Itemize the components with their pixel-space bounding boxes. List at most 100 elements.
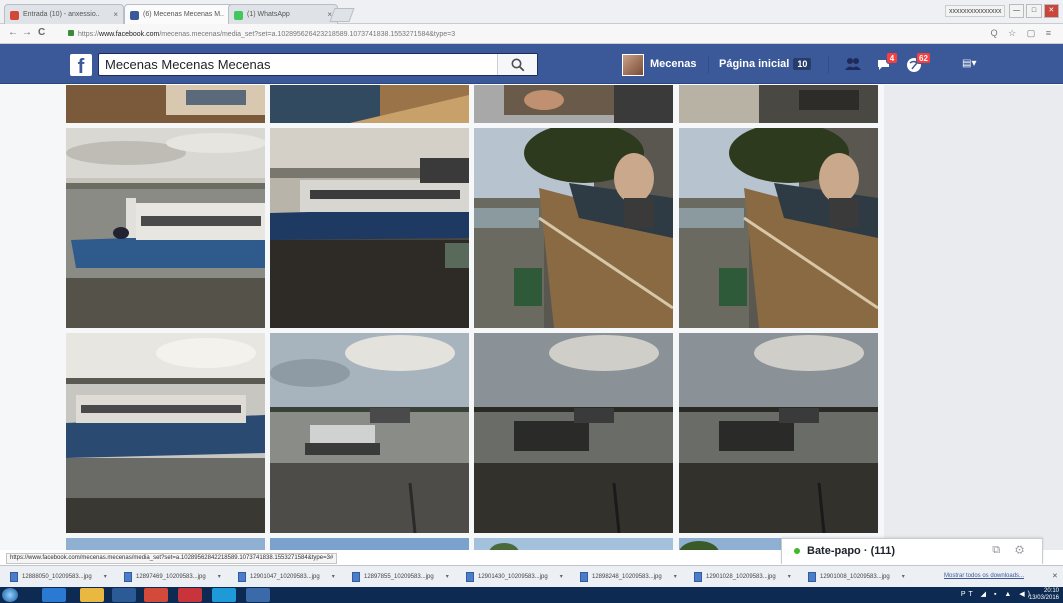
home-label: Página inicial <box>719 58 790 70</box>
chat-sidebar-tab[interactable]: Bate-papo · (111) ⧉ ⚙ <box>781 538 1043 564</box>
browser-profile-button[interactable]: xxxxxxxxxxxxxxx <box>945 5 1005 17</box>
photo-thumbnail[interactable] <box>474 333 673 533</box>
download-item[interactable]: 12901047_10209583...jpg ▾ <box>236 570 335 584</box>
browser-tab-facebook[interactable]: (6) Mecenas Mecenas M.. × <box>124 4 244 24</box>
download-item[interactable]: 12901430_10209583...jpg ▾ <box>464 570 563 584</box>
photo-thumbnail[interactable] <box>66 538 265 550</box>
messages-badge: 4 <box>886 52 898 64</box>
image-file-icon <box>580 572 588 582</box>
tab-label: (6) Mecenas Mecenas M.. <box>143 11 224 18</box>
opera-icon[interactable] <box>178 588 202 602</box>
clock[interactable]: 20:10 13/03/2016 <box>1029 588 1059 602</box>
chat-online-count: (111) <box>870 545 896 557</box>
download-item[interactable]: 12888050_10209583...jpg ▾ <box>8 570 107 584</box>
skype-icon[interactable] <box>212 588 236 602</box>
photo-thumbnail[interactable] <box>66 333 265 533</box>
search-box <box>98 53 538 76</box>
tab-label: (1) WhatsApp <box>247 11 290 18</box>
photo-thumbnail[interactable] <box>270 538 469 550</box>
chrome-icon[interactable] <box>144 588 168 602</box>
browser-tab-whatsapp[interactable]: (1) WhatsApp × <box>228 4 338 24</box>
search-button[interactable] <box>497 54 537 75</box>
notifications-badge: 62 <box>916 52 931 64</box>
chevron-down-icon[interactable]: ▾ <box>902 574 905 580</box>
photo-thumbnail[interactable] <box>270 333 469 533</box>
photo-thumbnail[interactable] <box>66 85 265 123</box>
photo-thumbnail[interactable] <box>474 538 673 550</box>
system-tray[interactable]: PT ◢ ▪ ▲ ◀) <box>961 590 1033 598</box>
close-window-button[interactable]: ✕ <box>1043 4 1059 18</box>
photo-thumbnail[interactable] <box>270 85 469 123</box>
download-item[interactable]: 12897855_10209583...jpg ▾ <box>350 570 449 584</box>
forward-button[interactable]: → <box>22 27 32 38</box>
photo-thumbnail[interactable] <box>474 85 673 123</box>
home-count-badge: 10 <box>793 58 812 70</box>
photo-thumbnail[interactable] <box>474 128 673 328</box>
facebook-logo-icon[interactable]: f <box>70 54 92 76</box>
show-all-downloads-link[interactable]: Mostrar todos os downloads... <box>944 573 1024 579</box>
home-link[interactable]: Página inicial 10 <box>719 58 812 70</box>
gmail-favicon-icon <box>10 11 19 20</box>
file-explorer-icon[interactable] <box>80 588 104 602</box>
new-tab-button[interactable] <box>329 8 355 22</box>
minimize-button[interactable]: — <box>1009 4 1025 18</box>
left-gutter <box>0 85 62 550</box>
image-file-icon <box>352 572 360 582</box>
browser-toolbar-icons[interactable]: Q ☆ ▢ ≡ <box>991 28 1055 39</box>
browser-toolbar: ← → C https://www.facebook.com/mecenas.m… <box>0 24 1063 44</box>
search-input[interactable] <box>99 54 499 75</box>
photo-thumbnail[interactable] <box>679 128 878 328</box>
friend-requests-icon[interactable] <box>844 56 862 74</box>
browser-tab-gmail[interactable]: Entrada (10) - anxessio.. × <box>4 4 124 24</box>
download-item[interactable]: 12898248_10209583...jpg ▾ <box>578 570 677 584</box>
download-filename: 12901028_10209583...jpg <box>706 574 776 580</box>
chevron-down-icon[interactable]: ▾ <box>560 574 563 580</box>
photo-thumbnail[interactable] <box>270 128 469 328</box>
secure-lock-icon <box>68 30 74 36</box>
notifications-jewel[interactable]: 62 <box>906 52 931 74</box>
photo-thumbnail[interactable] <box>679 85 878 123</box>
photo-thumbnail[interactable] <box>679 333 878 533</box>
download-item[interactable]: 12897469_10209583...jpg ▾ <box>122 570 221 584</box>
online-status-icon <box>794 548 800 554</box>
profile-link[interactable]: Mecenas <box>650 58 696 70</box>
messages-jewel[interactable]: 4 <box>876 52 898 74</box>
chat-title: Bate-papo <box>807 545 861 557</box>
download-item[interactable]: 12901028_10209583...jpg ▾ <box>692 570 791 584</box>
chevron-down-icon[interactable]: ▾ <box>332 574 335 580</box>
address-bar[interactable]: https://www.facebook.com/mecenas.mecenas… <box>60 26 960 42</box>
url-host: www.facebook.com <box>99 31 160 38</box>
nav-divider <box>828 56 829 73</box>
image-file-icon <box>694 572 702 582</box>
download-filename: 12898248_10209583...jpg <box>592 574 662 580</box>
image-file-icon <box>10 572 18 582</box>
chevron-down-icon[interactable]: ▾ <box>218 574 221 580</box>
status-url: https://www.facebook.com/mecenas.mecenas… <box>6 553 338 564</box>
maximize-button[interactable]: □ <box>1026 4 1042 18</box>
image-file-icon <box>124 572 132 582</box>
chevron-down-icon[interactable]: ▾ <box>674 574 677 580</box>
media-player-icon[interactable] <box>112 588 136 602</box>
download-filename: 12897855_10209583...jpg <box>364 574 434 580</box>
search-icon <box>511 58 525 72</box>
close-download-shelf-icon[interactable]: ✕ <box>1052 572 1058 580</box>
window-controls: — □ ✕ <box>1009 4 1059 18</box>
browser-tab-strip: Entrada (10) - anxessio.. × (6) Mecenas … <box>0 0 1063 24</box>
chevron-down-icon[interactable]: ▾ <box>104 574 107 580</box>
download-item[interactable]: 12901008_10209583...jpg ▾ <box>806 570 905 584</box>
account-settings-menu[interactable]: ▤▾ <box>962 58 976 69</box>
back-button[interactable]: ← <box>8 27 18 38</box>
chevron-down-icon[interactable]: ▾ <box>788 574 791 580</box>
start-button-icon[interactable] <box>2 588 18 602</box>
chat-options-icons[interactable]: ⧉ ⚙ <box>992 544 1030 557</box>
photo-thumbnail[interactable] <box>66 128 265 328</box>
chevron-down-icon[interactable]: ▾ <box>446 574 449 580</box>
download-filename: 12901047_10209583...jpg <box>250 574 320 580</box>
clock-date: 13/03/2016 <box>1028 595 1059 601</box>
close-tab-icon[interactable]: × <box>113 10 118 19</box>
reload-button[interactable]: C <box>38 27 45 38</box>
profile-avatar[interactable] <box>622 54 644 76</box>
network-app-icon[interactable] <box>246 588 270 602</box>
image-file-icon <box>466 572 474 582</box>
internet-explorer-icon[interactable] <box>42 588 66 602</box>
